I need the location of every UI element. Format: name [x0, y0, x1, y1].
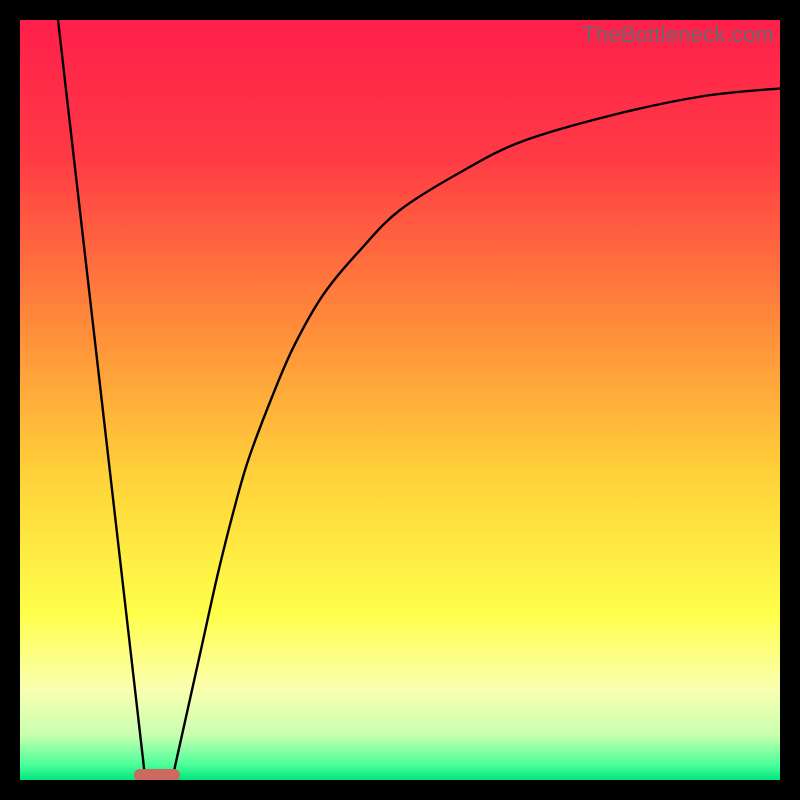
bottleneck-curve: [20, 20, 780, 780]
plot-area: TheBottleneck.com: [20, 20, 780, 780]
curve-right-arm: [172, 88, 780, 780]
watermark-text: TheBottleneck.com: [582, 22, 774, 48]
curve-left-arm: [58, 20, 145, 780]
chart-frame: TheBottleneck.com: [0, 0, 800, 800]
optimal-marker-pill: [134, 769, 180, 780]
